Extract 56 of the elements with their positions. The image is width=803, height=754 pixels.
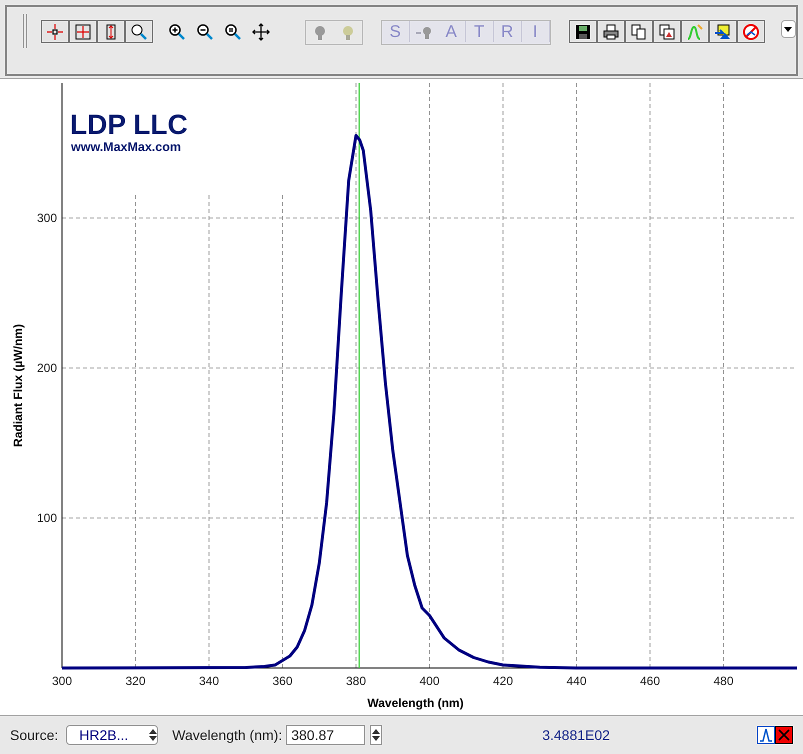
x-tick-label: 440 — [566, 674, 587, 688]
x-tick-label: 340 — [198, 674, 220, 688]
stepper-icon — [372, 729, 380, 741]
center-button[interactable] — [40, 20, 69, 43]
caret-icon — [784, 26, 792, 32]
x-tick-label: 460 — [640, 674, 660, 688]
reading-value: 3.4881E02 — [542, 726, 610, 744]
export-button[interactable] — [708, 20, 737, 43]
x-tick-label: 300 — [52, 674, 72, 688]
x-axis-title: Wavelength (nm) — [367, 696, 464, 710]
y-tick-label: 200 — [36, 361, 57, 375]
save-icon — [574, 22, 592, 40]
y-axis-title: Radiant Flux (µW/nm) — [11, 324, 25, 447]
copy-icon — [630, 22, 648, 40]
move-icon — [252, 22, 270, 40]
printer-icon — [602, 22, 620, 40]
copy-image-button[interactable] — [652, 20, 681, 43]
fit-button[interactable] — [68, 20, 97, 43]
y-tick-label: 100 — [36, 511, 57, 525]
curve-icon — [686, 22, 704, 40]
wavelength-label: Wavelength (nm): — [172, 726, 282, 745]
peak-button[interactable] — [757, 726, 775, 744]
zoom-in-icon — [168, 22, 186, 40]
export-icon — [714, 22, 732, 40]
no-entry-button[interactable] — [736, 20, 765, 43]
y-tick-label: 300 — [36, 211, 57, 225]
logo-title: LDP LLC — [70, 109, 188, 140]
wavelength-field[interactable]: 380.87 — [286, 725, 366, 745]
close-icon — [778, 729, 790, 741]
expand-icon — [74, 22, 92, 40]
dropdown-button[interactable] — [780, 20, 796, 38]
stepper-icon — [149, 729, 158, 741]
zoom-out-icon — [196, 22, 214, 40]
logo-url: www.MaxMax.com — [71, 140, 181, 154]
vertical-fit-button[interactable] — [96, 20, 125, 43]
copy-button[interactable] — [624, 20, 653, 43]
x-tick-label: 380 — [346, 674, 366, 688]
x-tick-label: 360 — [272, 674, 293, 688]
x-tick-label: 420 — [492, 674, 514, 688]
x-tick-label: 400 — [419, 674, 440, 688]
zoom-value-button[interactable] — [124, 20, 153, 43]
wavelength-stepper[interactable] — [370, 725, 382, 745]
source-label: Source: — [10, 726, 58, 744]
close-button[interactable] — [775, 726, 793, 744]
copy-image-icon — [658, 22, 676, 40]
zoom-reset-icon — [224, 22, 242, 40]
x-tick-label: 480 — [713, 674, 734, 688]
curve-button[interactable] — [680, 20, 709, 43]
save-button[interactable] — [568, 20, 597, 43]
source-select[interactable]: HR2B... — [66, 725, 158, 745]
x-tick-label: 320 — [125, 674, 146, 688]
zoom-value-icon — [130, 22, 148, 40]
peak-icon — [759, 728, 773, 742]
printer-button[interactable] — [596, 20, 625, 43]
no-entry-icon — [742, 22, 760, 40]
crosshair-icon — [46, 22, 64, 40]
